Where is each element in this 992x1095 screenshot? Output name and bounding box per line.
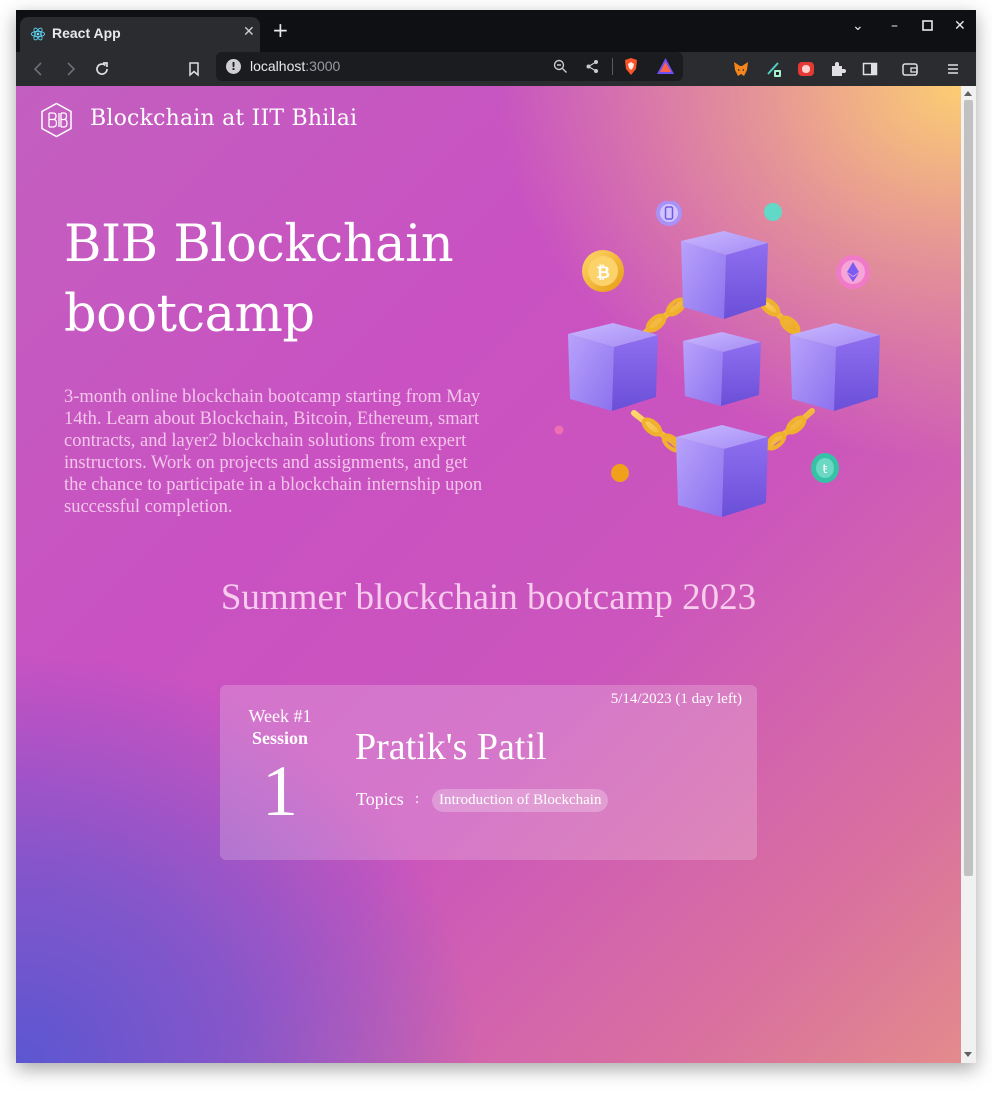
scroll-down-icon[interactable]	[964, 1052, 972, 1057]
hero-title: BIB Blockchain bootcamp	[64, 215, 454, 344]
blockchain-illustration: ₿ ŧ	[554, 201, 880, 517]
browser-tab[interactable]: React App ✕	[20, 17, 260, 52]
cube-bottom	[676, 425, 768, 517]
topics-separator: :	[415, 791, 420, 807]
section-title: Summer blockchain bootcamp 2023	[220, 577, 757, 618]
site-brand[interactable]: Blockchain at IIT Bhilai	[40, 102, 357, 138]
tab-close-icon[interactable]: ✕	[243, 24, 255, 40]
teal-orb	[764, 203, 782, 221]
site-info-icon[interactable]: !	[226, 59, 241, 74]
browser-toolbar: ! localhost:3000	[16, 52, 976, 86]
forward-icon[interactable]	[61, 60, 79, 78]
bitcoin-coin-icon: ₿	[582, 250, 624, 292]
gold-orb	[611, 464, 629, 482]
sidebar-icon[interactable]	[861, 60, 879, 78]
minimize-icon[interactable]: –	[891, 18, 898, 34]
brave-shields-icon[interactable]	[622, 57, 640, 76]
maximize-icon[interactable]	[922, 19, 933, 35]
tab-search-icon[interactable]: ⌄	[852, 18, 864, 34]
session-date: 5/14/2023 (1 day left)	[610, 691, 742, 707]
extensions-icon[interactable]	[829, 60, 847, 78]
cube-center	[683, 332, 761, 406]
session-number: 1	[262, 751, 298, 831]
svg-text:ŧ: ŧ	[823, 462, 828, 476]
url-divider	[612, 58, 613, 75]
close-window-icon[interactable]: ✕	[954, 18, 966, 34]
reload-icon[interactable]	[93, 60, 111, 78]
topic-chip[interactable]: Introduction of Blockchain	[432, 789, 609, 812]
share-icon[interactable]	[585, 59, 600, 74]
address-bar[interactable]: ! localhost:3000	[216, 52, 683, 81]
bib-logo-icon	[41, 102, 72, 138]
svg-text:₿: ₿	[596, 263, 610, 283]
browser-window: React App ✕ + ⌄ – ✕ ! localhost:3000 Blo…	[16, 10, 976, 1063]
react-icon	[30, 27, 46, 41]
hero-description: 3-month online blockchain bootcamp start…	[64, 387, 483, 517]
teal-coin-icon: ŧ	[811, 453, 839, 483]
session-week: Week #1	[248, 706, 312, 726]
scroll-thumb[interactable]	[964, 100, 973, 876]
back-icon[interactable]	[30, 60, 48, 78]
brain-extension-icon[interactable]	[797, 60, 815, 78]
url-text[interactable]: localhost:3000	[250, 58, 340, 74]
brave-rewards-icon[interactable]	[656, 57, 675, 75]
ethereum-coin-icon	[836, 255, 870, 289]
scroll-up-icon[interactable]	[964, 91, 972, 96]
page-viewport: Blockchain at IIT Bhilai BIB Blockchain …	[16, 86, 961, 1063]
cube-right	[790, 323, 880, 411]
tab-strip: React App ✕ + ⌄ – ✕	[16, 10, 976, 52]
session-speaker: Pratik's Patil	[355, 726, 547, 768]
cube-top	[681, 231, 768, 319]
session-label: Session	[251, 728, 309, 748]
session-card[interactable]: 5/14/2023 (1 day left) Week #1 Session 1…	[220, 685, 757, 860]
purple-coin-icon	[656, 201, 682, 226]
bookmark-icon[interactable]	[185, 60, 203, 78]
zoom-out-icon[interactable]	[553, 59, 568, 74]
tab-title: React App	[52, 25, 121, 41]
brand-name: Blockchain at IIT Bhilai	[90, 106, 358, 131]
menu-icon[interactable]	[944, 60, 962, 78]
cube-left	[568, 323, 658, 411]
metamask-icon[interactable]	[732, 60, 750, 78]
topics-label: Topics	[356, 789, 404, 809]
new-tab-icon[interactable]: +	[272, 19, 289, 41]
pen-tool-extension-icon[interactable]	[765, 60, 783, 78]
page-scrollbar[interactable]	[961, 86, 976, 1063]
wallet-icon[interactable]	[901, 60, 919, 78]
pink-orb	[554, 425, 564, 435]
